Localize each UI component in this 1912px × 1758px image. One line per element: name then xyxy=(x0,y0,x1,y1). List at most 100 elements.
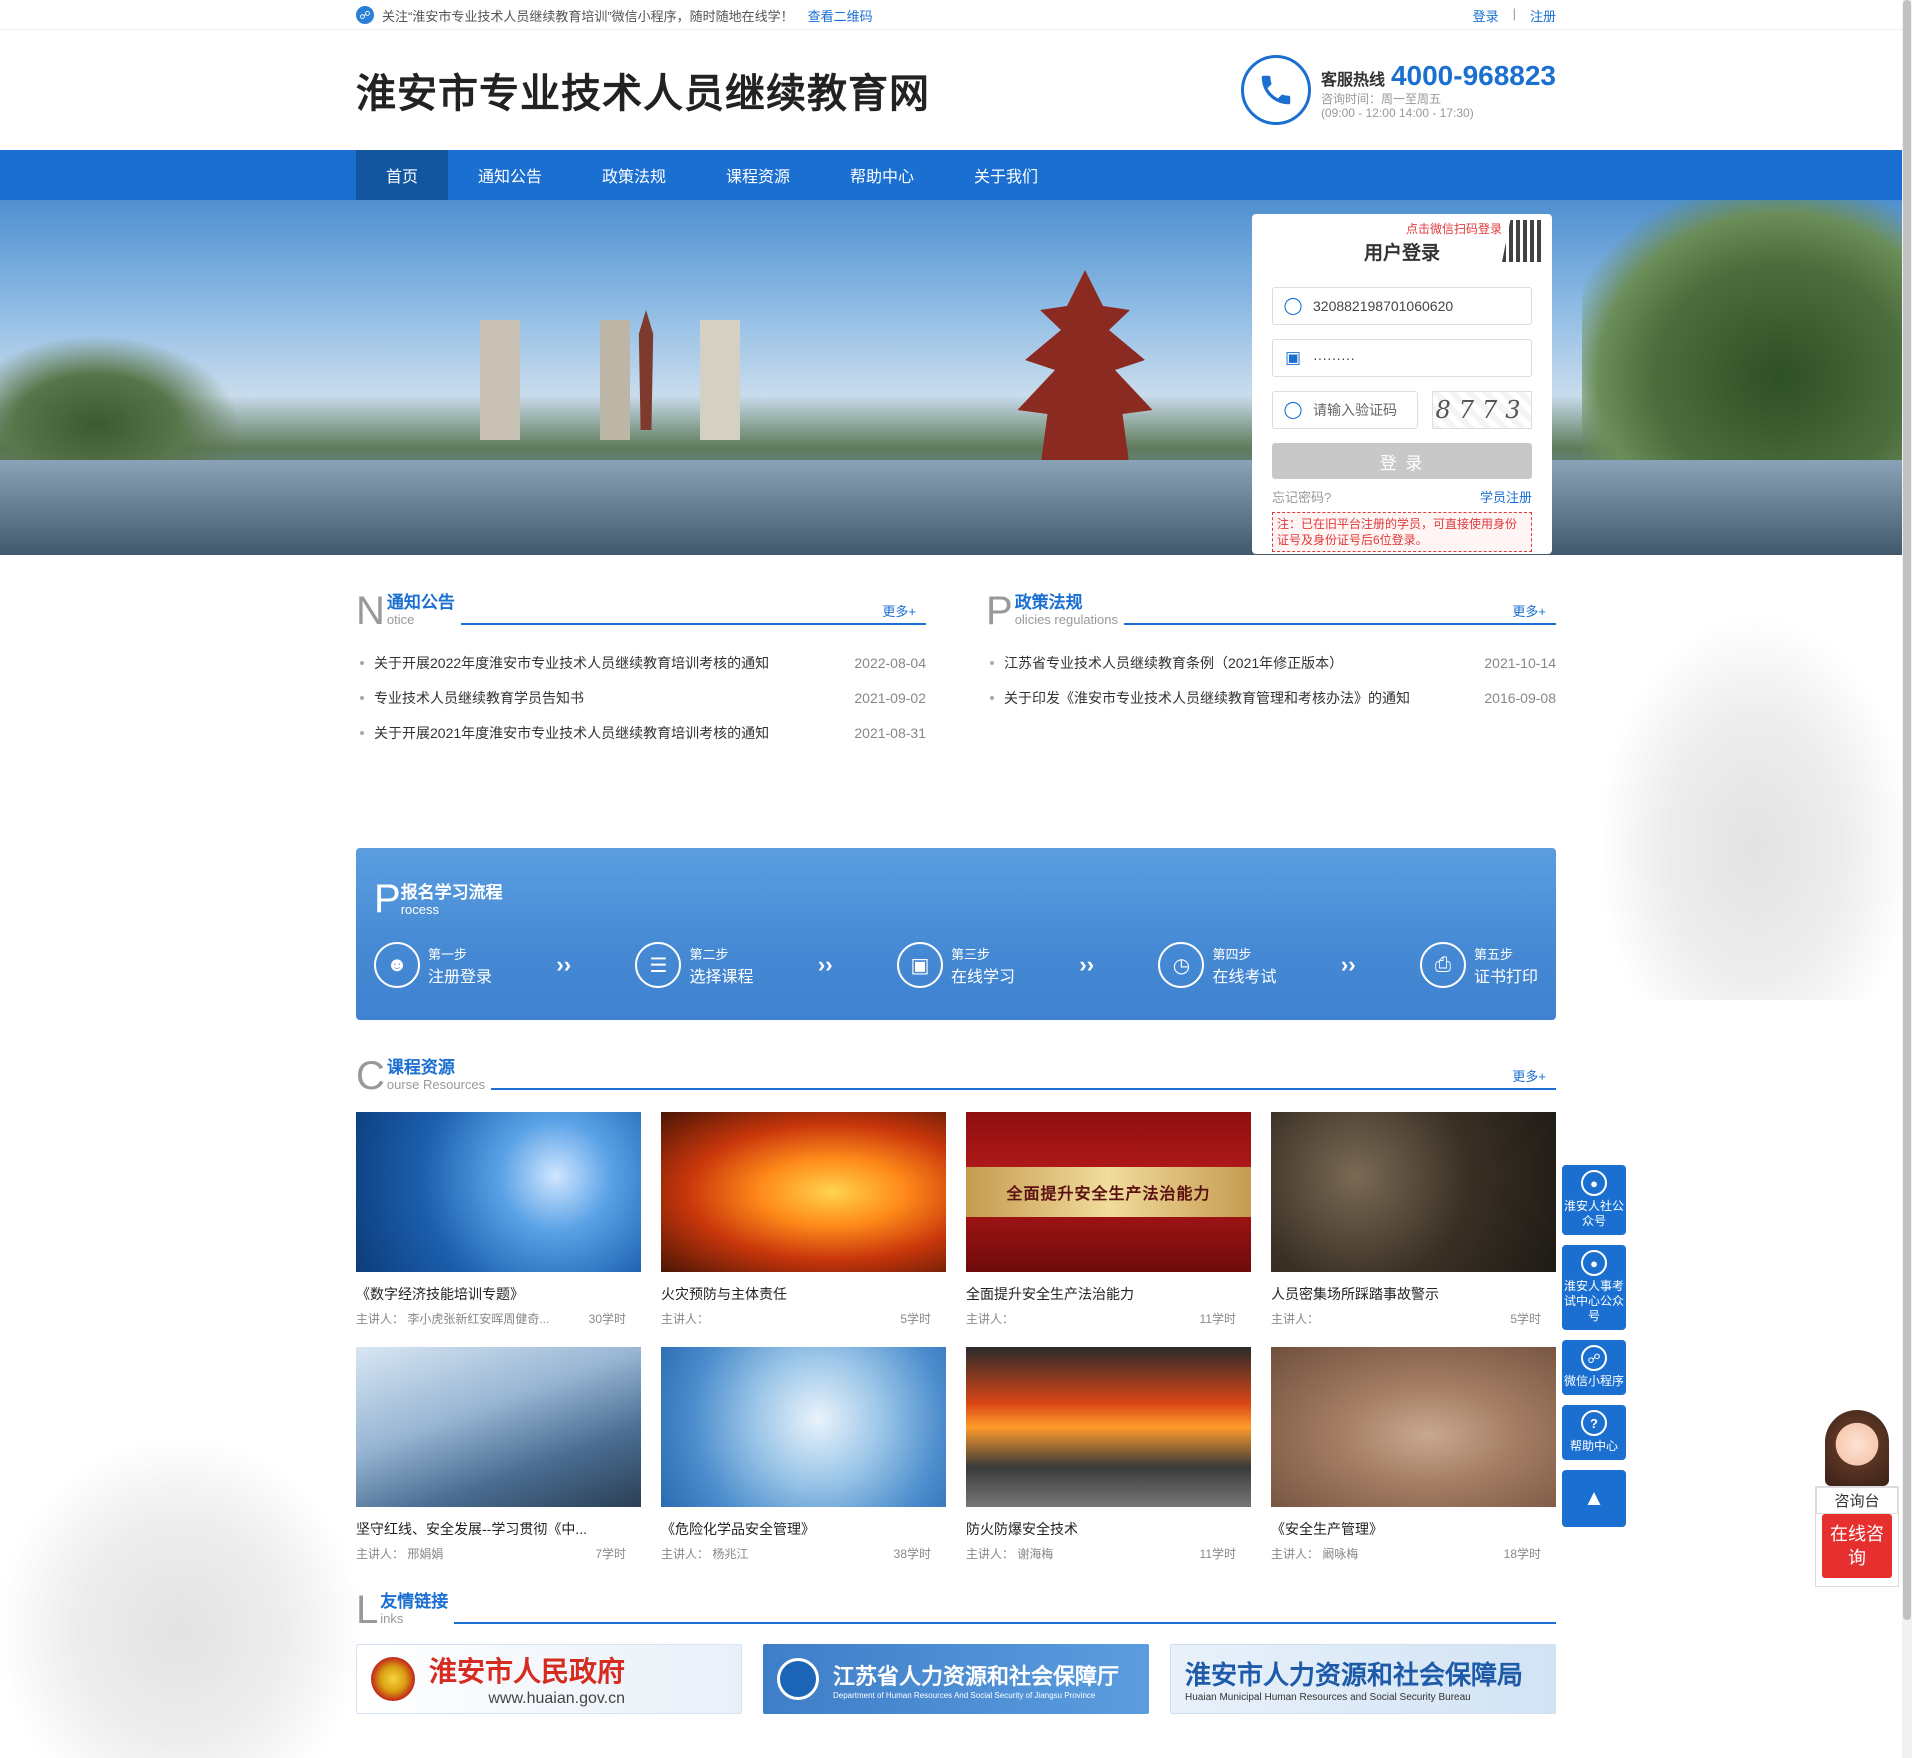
course-tutor: 主讲人： xyxy=(661,1312,710,1326)
course-title[interactable]: 《安全生产管理》 xyxy=(1271,1519,1521,1539)
courses-title: 课程资源 xyxy=(386,1058,455,1077)
course-thumbnail[interactable] xyxy=(661,1112,946,1272)
list-item[interactable]: 关于印发《淮安市专业技术人员继续教育管理和考核办法》的通知 2016-09-08 xyxy=(986,680,1556,715)
course-thumbnail[interactable] xyxy=(1271,1112,1556,1272)
course-card[interactable]: 《安全生产管理》 主讲人： 阚咏梅 18学时 xyxy=(1271,1347,1556,1562)
float-item-help[interactable]: ? 帮助中心 xyxy=(1562,1405,1626,1460)
list-item[interactable]: 专业技术人员继续教育学员告知书 2021-09-02 xyxy=(356,680,926,715)
course-thumbnail[interactable] xyxy=(356,1347,641,1507)
forgot-password-link[interactable]: 忘记密码? xyxy=(1272,487,1331,506)
course-card[interactable]: 《危险化学品安全管理》 主讲人： 杨兆江 38学时 xyxy=(661,1347,946,1562)
shield-icon: ◯ xyxy=(1283,400,1303,419)
scrollbar-thumb[interactable] xyxy=(1903,0,1911,1620)
courses-section: C 课程资源 ourse Resources 更多+ 《数字经济技能培训专题》 … xyxy=(356,1056,1556,1562)
top-register-link[interactable]: 注册 xyxy=(1530,6,1556,25)
step-print-certificate[interactable]: ⎙ 第五步 证书打印 xyxy=(1419,942,1538,988)
wechat-icon: ● xyxy=(1581,1170,1607,1196)
course-card[interactable]: 《数字经济技能培训专题》 主讲人： 李小虎张新红安晖周健奇... 30学时 xyxy=(356,1112,641,1327)
page-scrollbar[interactable] xyxy=(1902,0,1912,1758)
float-item-hrss-wechat[interactable]: ● 淮安人社公众号 xyxy=(1562,1165,1626,1235)
course-card[interactable]: 人员密集场所踩踏事故警示 主讲人： 5学时 xyxy=(1271,1112,1556,1327)
list-item[interactable]: 关于开展2022年度淮安市专业技术人员继续教育培训考核的通知 2022-08-04 xyxy=(356,645,926,680)
nav-help[interactable]: 帮助中心 xyxy=(820,150,944,200)
monitor-icon: ▣ xyxy=(896,942,943,988)
view-qr-link[interactable]: 查看二维码 xyxy=(808,6,873,25)
news-section: N 通知公告 otice 更多+ 关于开展2022年度淮安市专业技术人员继续教育… xyxy=(356,591,1556,750)
course-card[interactable]: 防火防爆安全技术 主讲人： 谢海梅 11学时 xyxy=(966,1347,1251,1562)
step-online-exam[interactable]: ◷ 第四步 在线考试 xyxy=(1158,942,1276,988)
float-item-label: 帮助中心 xyxy=(1569,1439,1618,1453)
policy-date: 2016-09-08 xyxy=(1484,689,1556,706)
links-title: 友情链接 xyxy=(380,1592,449,1611)
back-to-top-button[interactable]: ▲ xyxy=(1562,1470,1626,1527)
course-thumbnail[interactable] xyxy=(966,1347,1251,1507)
course-thumbnail[interactable] xyxy=(1271,1347,1556,1507)
course-thumbnail[interactable]: 全面提升安全生产法治能力 xyxy=(966,1112,1251,1272)
captcha-input[interactable]: ◯ 请输入验证码 xyxy=(1272,391,1418,429)
float-item-exam-center-wechat[interactable]: ● 淮安人事考试中心公众号 xyxy=(1562,1245,1626,1330)
clock-icon: ◷ xyxy=(1158,942,1205,988)
top-login-link[interactable]: 登录 xyxy=(1473,6,1499,25)
policies-title: 政策法规 xyxy=(1014,593,1083,612)
step-select-course[interactable]: ☰ 第二步 选择课程 xyxy=(635,942,754,988)
course-card[interactable]: 坚守红线、安全发展--学习贯彻《中... 主讲人： 邢娟娟 7学时 xyxy=(356,1347,641,1562)
nav-about[interactable]: 关于我们 xyxy=(944,150,1068,200)
password-field[interactable]: ▣ ········· xyxy=(1272,339,1532,377)
username-field[interactable]: ◯ 320882198701060620 xyxy=(1272,287,1532,325)
miniprogram-notice: ☍ 关注“淮安市专业技术人员继续教育培训”微信小程序，随时随地在线学！ 查看二维… xyxy=(356,6,873,25)
lock-icon: ▣ xyxy=(1284,348,1302,367)
step-number: 第一步 xyxy=(428,946,468,962)
online-consult-button[interactable]: 在线咨询 xyxy=(1822,1514,1892,1578)
user-icon: ◯ xyxy=(1283,296,1303,315)
course-title[interactable]: 全面提升安全生产法治能力 xyxy=(966,1284,1216,1304)
course-thumbnail[interactable] xyxy=(356,1112,641,1272)
login-note: 注：已在旧平台注册的学员，可直接使用身份证号及身份证号后6位登录。 xyxy=(1272,512,1532,552)
step-register[interactable]: ☻ 第一步 注册登录 xyxy=(374,942,492,988)
wechat-scan-link[interactable]: 点击微信扫码登录 xyxy=(1406,220,1502,237)
course-title[interactable]: 《数字经济技能培训专题》 xyxy=(356,1284,606,1304)
course-hours: 38学时 xyxy=(893,1547,931,1561)
step-number: 第二步 xyxy=(689,946,729,962)
friend-links-section: L 友情链接 inks 淮安市人民政府 www.huaian.gov.cn 江苏… xyxy=(356,1590,1556,1714)
chevron-right-icon: ›› xyxy=(817,952,833,977)
float-item-miniprogram[interactable]: ☍ 微信小程序 xyxy=(1562,1340,1626,1395)
nav-notices[interactable]: 通知公告 xyxy=(448,150,572,200)
course-card[interactable]: 火灾预防与主体责任 主讲人： 5学时 xyxy=(661,1112,946,1327)
course-title[interactable]: 人员密集场所踩踏事故警示 xyxy=(1271,1284,1521,1304)
list-item[interactable]: 江苏省专业技术人员继续教育条例（2021年修正版本） 2021-10-14 xyxy=(986,645,1556,680)
course-title[interactable]: 《危险化学品安全管理》 xyxy=(661,1519,911,1539)
nav-courses[interactable]: 课程资源 xyxy=(696,150,820,200)
hrss-logo-icon xyxy=(777,1658,819,1700)
step-label: 选择课程 xyxy=(689,968,754,986)
process-title: 报名学习流程 xyxy=(400,883,503,902)
course-title[interactable]: 火灾预防与主体责任 xyxy=(661,1284,911,1304)
list-item[interactable]: 关于开展2021年度淮安市专业技术人员继续教育培训考核的通知 2021-08-31 xyxy=(356,715,926,750)
course-hours: 5学时 xyxy=(1510,1312,1541,1326)
captcha-image[interactable]: 8773 xyxy=(1432,391,1532,429)
banner-buildings xyxy=(480,320,800,440)
course-tutor: 主讲人： xyxy=(1271,1312,1320,1326)
login-button[interactable]: 登 录 xyxy=(1272,443,1532,479)
course-hours: 5学时 xyxy=(900,1312,931,1326)
course-title[interactable]: 坚守红线、安全发展--学习贯彻《中... xyxy=(356,1519,606,1539)
link-jiangsu-hrss[interactable]: 江苏省人力资源和社会保障厅 Department of Human Resour… xyxy=(763,1644,1149,1714)
notice-title: 专业技术人员继续教育学员告知书 xyxy=(374,689,584,706)
policies-more-link[interactable]: 更多+ xyxy=(1512,601,1546,620)
nav-policies[interactable]: 政策法规 xyxy=(572,150,696,200)
student-register-link[interactable]: 学员注册 xyxy=(1480,487,1532,506)
course-thumbnail[interactable] xyxy=(661,1347,946,1507)
process-initial: P xyxy=(374,877,401,921)
qr-code-icon[interactable] xyxy=(1502,220,1544,262)
course-card[interactable]: 全面提升安全生产法治能力 全面提升安全生产法治能力 主讲人： 11学时 xyxy=(966,1112,1251,1327)
step-online-study[interactable]: ▣ 第三步 在线学习 xyxy=(896,942,1015,988)
policy-date: 2021-10-14 xyxy=(1484,654,1556,671)
nav-home[interactable]: 首页 xyxy=(356,150,448,200)
link-huaian-government[interactable]: 淮安市人民政府 www.huaian.gov.cn xyxy=(356,1644,742,1714)
site-title: 淮安市专业技术人员继续教育网 xyxy=(356,72,930,116)
courses-more-link[interactable]: 更多+ xyxy=(1512,1066,1546,1085)
link-huaian-hrss[interactable]: 淮安市人力资源和社会保障局 Huaian Municipal Human Res… xyxy=(1170,1644,1556,1714)
step-number: 第五步 xyxy=(1473,946,1513,962)
chevron-right-icon: ›› xyxy=(556,952,572,977)
course-title[interactable]: 防火防爆安全技术 xyxy=(966,1519,1216,1539)
notices-more-link[interactable]: 更多+ xyxy=(882,601,916,620)
